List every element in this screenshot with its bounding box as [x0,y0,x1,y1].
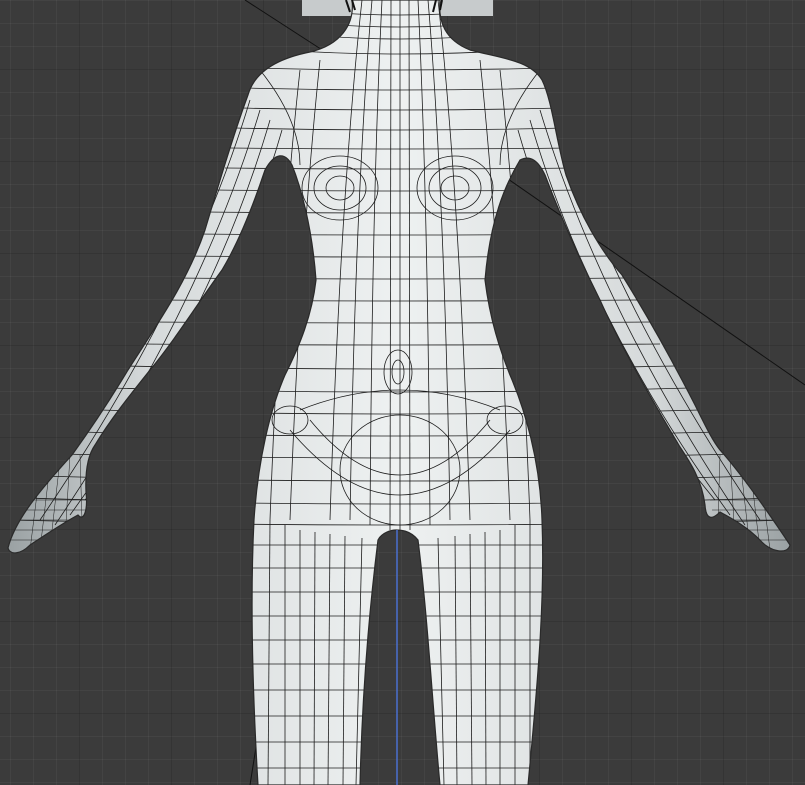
guide-line [244,0,331,56]
3d-viewport[interactable]: front wireframe-on-shaded [0,0,805,785]
viewport-scene [7,0,805,785]
body-mesh[interactable] [7,0,792,785]
